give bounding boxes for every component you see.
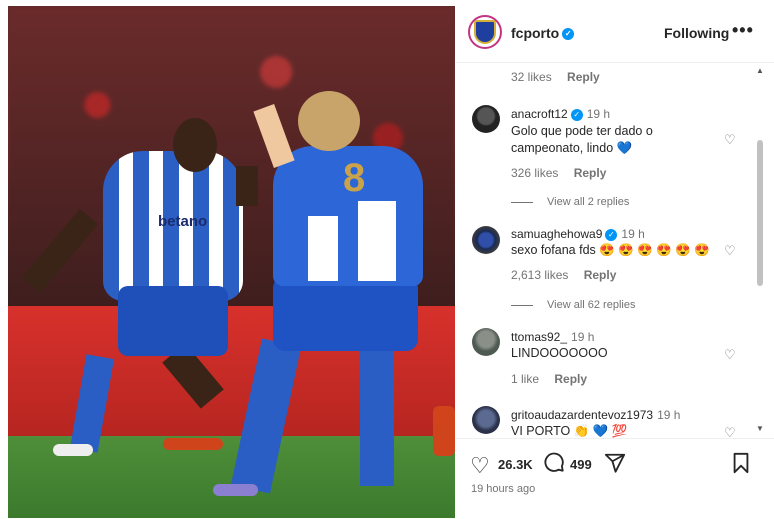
player-arm	[236, 166, 258, 206]
comment-text: LINDOOOOOOO	[511, 346, 608, 360]
reply-button[interactable]: Reply	[574, 166, 607, 180]
comment-meta: 2,613 likes Reply	[511, 268, 616, 282]
heart-icon[interactable]: ♡	[724, 133, 738, 146]
username-text[interactable]: fcporto	[511, 25, 559, 41]
comment-time[interactable]: 19 h	[621, 227, 644, 241]
comment-username[interactable]: gritoaudazardentevoz1973	[511, 408, 653, 422]
more-options-icon[interactable]: •••	[732, 20, 754, 41]
comment-likes[interactable]: 2,613 likes	[511, 268, 568, 282]
avatar[interactable]	[468, 15, 502, 49]
avatar[interactable]	[472, 328, 500, 356]
instagram-post-window: betano 8 fcporto ✓ Following ••• 32 likes…	[0, 0, 774, 519]
following-button[interactable]: Following	[664, 25, 729, 41]
share-plane-svg	[604, 453, 626, 473]
comment-likes[interactable]: 32 likes	[511, 70, 552, 84]
scrollbar-thumb[interactable]	[757, 140, 763, 286]
comment-username[interactable]: ttomas92_	[511, 330, 567, 344]
post-timestamp: 19 hours ago	[471, 483, 536, 495]
verified-badge-icon: ✓	[562, 28, 575, 41]
view-replies-label[interactable]: View all 2 replies	[547, 196, 629, 208]
view-replies-label[interactable]: View all 62 replies	[547, 299, 635, 311]
jersey-sponsor: betano	[158, 213, 208, 230]
comment-likes[interactable]: 1 like	[511, 372, 539, 386]
player-head	[298, 91, 360, 151]
comment-header: anacroft12 ✓ 19 h	[511, 107, 610, 121]
bookmark-svg	[733, 452, 749, 474]
verified-badge-icon: ✓	[570, 108, 583, 121]
comment-likes[interactable]: 326 likes	[511, 166, 558, 180]
player-shorts	[273, 276, 418, 351]
boot	[53, 444, 93, 456]
comment-icon[interactable]	[543, 451, 565, 479]
post-username[interactable]: fcporto ✓	[511, 25, 575, 41]
avatar[interactable]	[472, 105, 500, 133]
heart-icon[interactable]: ♡	[724, 244, 738, 257]
reply-button[interactable]: Reply	[554, 372, 587, 386]
comment-header: gritoaudazardentevoz1973 19 h	[511, 408, 680, 422]
player-shorts	[118, 286, 228, 356]
like-count[interactable]: 26.3K	[498, 457, 533, 472]
bookmark-icon[interactable]	[731, 452, 751, 480]
comment-header: ttomas92_ 19 h	[511, 330, 594, 344]
boot	[433, 406, 455, 456]
share-icon[interactable]	[604, 452, 626, 480]
jersey-stripe	[358, 201, 396, 281]
comment-text: VI PORTO 👏 💙 💯	[511, 424, 628, 438]
comment-time[interactable]: 19 h	[571, 330, 594, 344]
comments-list[interactable]: 32 likes Reply anacroft12 ✓ 19 h Golo que …	[456, 62, 762, 438]
comment-text: sexo fofana fds 😍 😍 😍 😍 😍 😍	[511, 243, 710, 257]
view-replies-button[interactable]: View all 62 replies	[511, 299, 635, 311]
boot	[213, 484, 258, 496]
avatar[interactable]	[472, 226, 500, 254]
comment-header: samuaghehowa9 ✓ 19 h	[511, 227, 645, 241]
scroll-down-icon[interactable]: ▼	[755, 424, 765, 433]
comment-meta: 326 likes Reply	[511, 166, 606, 180]
comment-count[interactable]: 499	[570, 457, 592, 472]
comments-scrollbar[interactable]: ▲ ▼	[755, 62, 765, 438]
post-header: fcporto ✓ Following •••	[456, 6, 774, 63]
comment-meta: 1 like Reply	[511, 372, 587, 386]
view-replies-button[interactable]: View all 2 replies	[511, 196, 629, 208]
comment-text: Golo que pode ter dado o campeonato, lin…	[511, 124, 653, 155]
reply-button[interactable]: Reply	[584, 268, 617, 282]
jersey-number: 8	[343, 156, 366, 200]
scroll-up-icon[interactable]: ▲	[755, 66, 765, 75]
comment-username[interactable]: anacroft12	[511, 107, 568, 121]
reply-button[interactable]: Reply	[567, 70, 600, 84]
player-leg	[360, 346, 394, 486]
boot	[163, 438, 223, 450]
post-photo[interactable]: betano 8	[8, 6, 455, 518]
comment-username[interactable]: samuaghehowa9	[511, 227, 602, 241]
heart-icon[interactable]: ♡	[470, 453, 490, 479]
divider	[511, 201, 533, 203]
verified-badge-icon: ✓	[605, 228, 618, 241]
post-actions: ♡ 26.3K 499 19 hours ago	[456, 438, 774, 519]
heart-icon[interactable]: ♡	[724, 426, 738, 438]
club-crest-icon	[474, 20, 496, 44]
heart-icon[interactable]: ♡	[724, 348, 738, 361]
comment-meta: 32 likes Reply	[511, 70, 600, 84]
divider	[511, 304, 533, 306]
avatar[interactable]	[472, 406, 500, 434]
comment-time[interactable]: 19 h	[657, 408, 680, 422]
comment-bubble-svg	[544, 452, 564, 472]
comment-time[interactable]: 19 h	[587, 107, 610, 121]
player-head	[173, 118, 217, 172]
jersey-stripe	[308, 216, 338, 281]
